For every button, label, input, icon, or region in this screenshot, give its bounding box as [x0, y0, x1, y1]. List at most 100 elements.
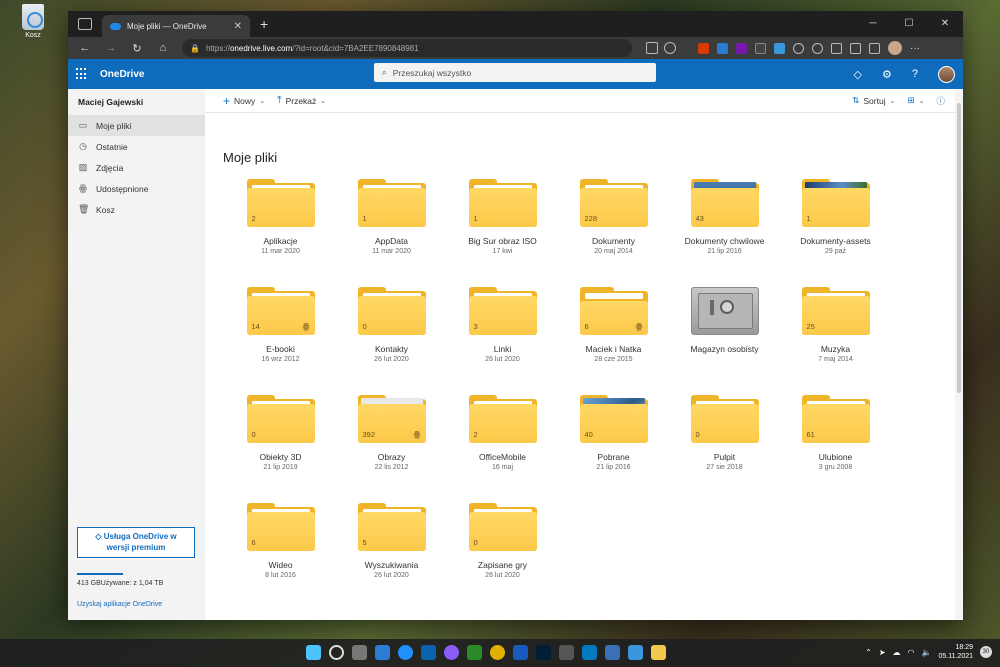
- widgets-icon[interactable]: [375, 645, 390, 660]
- new-tab-icon[interactable]: +: [260, 16, 268, 32]
- folder-item[interactable]: 6 Wideo 8 lut 2016: [225, 496, 336, 604]
- file-explorer-icon[interactable]: [651, 645, 666, 660]
- view-options-button[interactable]: ⊞ ⌄: [907, 95, 924, 106]
- search-taskbar-icon[interactable]: [329, 645, 344, 660]
- scrollbar[interactable]: [955, 89, 963, 620]
- folder-item[interactable]: 0 Obiekty 3D 21 lip 2019: [225, 388, 336, 496]
- help-icon[interactable]: ?: [912, 68, 918, 80]
- edge-icon[interactable]: [398, 645, 413, 660]
- browser-tab[interactable]: Moje pliki — OneDrive ✕: [102, 15, 250, 37]
- get-app-link[interactable]: Uzyskaj aplikacje OneDrive: [77, 601, 162, 608]
- forward-icon[interactable]: →: [100, 39, 122, 57]
- date: 05.11.2021: [938, 653, 973, 661]
- folder-item[interactable]: 0 Pulpit 27 sie 2018: [669, 388, 780, 496]
- close-tab-icon[interactable]: ✕: [234, 21, 242, 32]
- word-icon[interactable]: [513, 645, 528, 660]
- folder-item[interactable]: 1 AppData 11 mar 2020: [336, 172, 447, 280]
- mail-icon[interactable]: [421, 645, 436, 660]
- back-icon[interactable]: ←: [74, 39, 96, 57]
- browser-profile-avatar[interactable]: [888, 41, 902, 55]
- telegram-icon[interactable]: ➤: [879, 648, 886, 657]
- minimize-icon[interactable]: ─: [855, 11, 891, 35]
- app-launcher-icon[interactable]: [76, 68, 88, 80]
- share-icon[interactable]: [850, 42, 861, 54]
- account-avatar[interactable]: [938, 65, 955, 83]
- clock[interactable]: 18:29 05.11.2021: [938, 643, 973, 661]
- sidebar-item-photos[interactable]: ▨ Zdjęcia: [68, 157, 205, 178]
- messenger-icon[interactable]: [444, 645, 459, 660]
- folder-item[interactable]: 6 ꙮ Maciek i Natka 28 cze 2015: [558, 280, 669, 388]
- folder-item[interactable]: 3 Linki 26 lut 2020: [447, 280, 558, 388]
- notification-badge[interactable]: 30: [980, 646, 992, 659]
- folder-item[interactable]: 2 OfficeMobile 16 maj: [447, 388, 558, 496]
- premium-diamond-icon[interactable]: ◇: [854, 68, 862, 81]
- folder-item[interactable]: Magazyn osobisty: [669, 280, 780, 388]
- app-blue-icon[interactable]: [605, 645, 620, 660]
- extension-badge-icon[interactable]: [717, 42, 728, 54]
- folder-item[interactable]: 25 Muzyka 7 maj 2014: [780, 280, 891, 388]
- folder-item[interactable]: 61 Ulubione 3 gru 2008: [780, 388, 891, 496]
- start-menu-icon[interactable]: [306, 645, 321, 660]
- refresh-icon[interactable]: ↻: [126, 39, 148, 57]
- more-options-icon[interactable]: ···: [910, 43, 920, 54]
- sidebar-item-shared[interactable]: ꙮ Udostępnione: [68, 178, 205, 199]
- sidebar-item-my-files[interactable]: ▭ Moje pliki: [68, 115, 205, 136]
- sort-button[interactable]: ⇅ Sortuj ⌄: [852, 95, 895, 106]
- volume-icon[interactable]: 🔈: [922, 648, 932, 657]
- tab-actions-icon[interactable]: [78, 18, 92, 30]
- folder-item[interactable]: 228 Dokumenty 20 maj 2014: [558, 172, 669, 280]
- folder-item[interactable]: 1 Dokumenty-assets 29 paź: [780, 172, 891, 280]
- maximize-icon[interactable]: ☐: [891, 11, 927, 35]
- sidebar-item-recycle-bin[interactable]: 🗑 Kosz: [68, 199, 205, 220]
- scrollbar-thumb[interactable]: [957, 103, 961, 393]
- chevron-up-icon[interactable]: ⌃: [865, 648, 872, 657]
- new-button[interactable]: + Nowy ⌄: [223, 94, 265, 108]
- folder-item[interactable]: 2 Aplikacje 11 mar 2020: [225, 172, 336, 280]
- office-extension-icon[interactable]: [698, 42, 709, 54]
- favorite-star-icon[interactable]: [664, 42, 676, 54]
- home-icon[interactable]: ⌂: [152, 39, 174, 57]
- app-icon[interactable]: [559, 645, 574, 660]
- storage-meter: [77, 573, 123, 575]
- storage-text[interactable]: 413 GBUżywane: z 1,04 TB: [77, 580, 163, 587]
- search-input[interactable]: ⌕ Przeszukaj wszystko: [374, 63, 656, 82]
- extension-dark-icon[interactable]: [755, 42, 766, 54]
- settings-gear-icon[interactable]: ⚙: [882, 68, 892, 81]
- cloud-icon[interactable]: ☁: [893, 648, 901, 657]
- upload-button[interactable]: ⤒ Przekaż ⌄: [277, 95, 326, 106]
- onenote-extension-icon[interactable]: [736, 42, 747, 54]
- info-icon[interactable]: ⓘ: [936, 95, 945, 107]
- chrome-icon[interactable]: [490, 645, 505, 660]
- folder-icon: 0: [690, 395, 759, 443]
- folder-item[interactable]: 5 Wyszukiwania 26 lut 2020: [336, 496, 447, 604]
- history-toolbar-icon[interactable]: [812, 42, 823, 54]
- sidebar-item-recent[interactable]: ◷ Ostatnie: [68, 136, 205, 157]
- sidebar-item-label: Kosz: [96, 204, 115, 215]
- wifi-icon[interactable]: ◠: [908, 648, 915, 657]
- calendar-icon[interactable]: [467, 645, 482, 660]
- task-view-icon[interactable]: [352, 645, 367, 660]
- screenshot-icon[interactable]: [869, 42, 880, 54]
- folder-date: 22 lis 2012: [374, 464, 409, 471]
- extensions-puzzle-icon[interactable]: [793, 42, 804, 54]
- app-available-icon[interactable]: [646, 42, 658, 54]
- folder-item[interactable]: 0 Kontakty 26 lut 2020: [336, 280, 447, 388]
- url-field[interactable]: 🔒 https://onedrive.live.com/?id=root&cid…: [182, 39, 632, 57]
- extension-blue-icon[interactable]: [774, 42, 785, 54]
- trello-icon[interactable]: [582, 645, 597, 660]
- folder-item[interactable]: 392 ꙮ Obrazy 22 lis 2012: [336, 388, 447, 496]
- folder-item[interactable]: 1 Big Sur obraz ISO 17 kwi: [447, 172, 558, 280]
- photoshop-icon[interactable]: [536, 645, 551, 660]
- premium-button[interactable]: ◇ Usługa OneDrive w wersji premium: [77, 527, 195, 558]
- folder-item[interactable]: 14 ꙮ E-booki 16 wrz 2012: [225, 280, 336, 388]
- folder-item[interactable]: 40 Pobrane 21 lip 2016: [558, 388, 669, 496]
- folder-item[interactable]: 0 Zapisane gry 26 lut 2020: [447, 496, 558, 604]
- collections-icon[interactable]: [831, 42, 842, 54]
- folder-name: Maciek i Natka: [585, 344, 642, 354]
- notes-icon[interactable]: [628, 645, 643, 660]
- folder-item[interactable]: 43 Dokumenty chwilowe 21 lip 2016: [669, 172, 780, 280]
- onedrive-brand[interactable]: OneDrive: [100, 69, 144, 80]
- folder-icon: 1: [801, 179, 870, 227]
- recycle-bin-desktop-icon[interactable]: Kosz: [18, 4, 48, 39]
- close-window-icon[interactable]: ✕: [927, 11, 963, 35]
